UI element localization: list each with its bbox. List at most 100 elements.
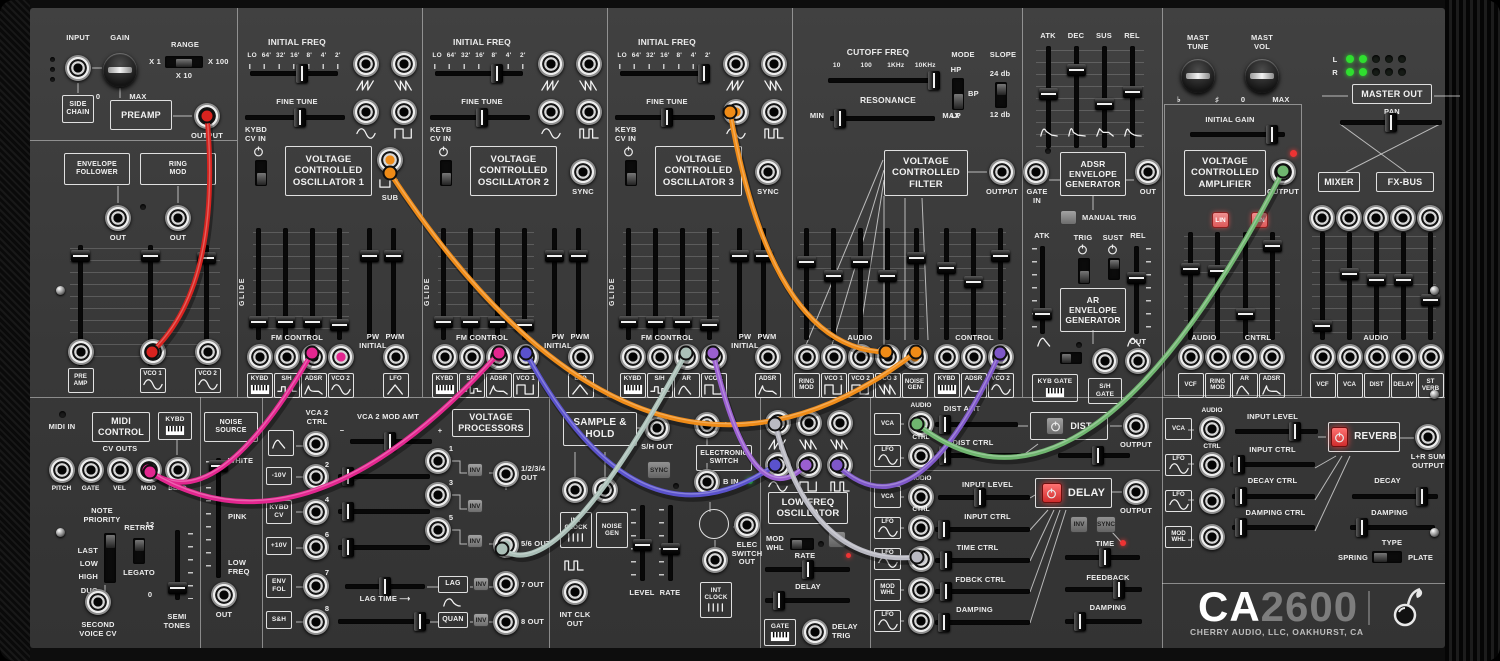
dist-ctrl-slider[interactable] [935,453,1022,458]
vcf-audio-jack[interactable] [848,344,874,370]
delay-power-button[interactable] [1042,483,1062,503]
vp-slider-2[interactable] [338,474,430,479]
vcf-audio-jack[interactable] [794,344,820,370]
lr-sum-output-jack[interactable] [1415,424,1441,450]
reverb-route-jack[interactable] [1199,524,1225,550]
inv-button[interactable]: INV [467,534,483,548]
vp-jack-6[interactable] [303,534,329,560]
fm-jack[interactable] [486,344,512,370]
initial-freq-slider[interactable] [250,71,338,76]
lfo-output-jack[interactable] [827,410,853,436]
vco1-in-jack[interactable] [140,339,166,365]
ring-mod-out-jack[interactable] [165,205,191,231]
delay-fdbck-ctrl-slider[interactable] [935,589,1030,594]
range-switch[interactable] [165,56,203,68]
reverb-route-jack[interactable] [1199,452,1225,478]
noise-type-slider[interactable] [216,458,221,578]
kybd-cv-switch[interactable] [255,160,267,186]
fm-slider[interactable] [653,228,658,340]
lfo-output-jack[interactable] [796,410,822,436]
fm-jack[interactable] [274,344,300,370]
pw-slider[interactable] [737,228,742,340]
fm-slider[interactable] [283,228,288,340]
reverb-damping-ctrl-slider[interactable] [1232,525,1315,530]
dist-amt-slider[interactable] [935,422,1018,427]
vp-out-7-jack[interactable] [493,571,519,597]
ar-attack-slider[interactable] [1040,246,1045,334]
inv-button[interactable]: INV [467,499,483,513]
vco-output-jack[interactable] [538,99,564,125]
mixer-slider[interactable] [1347,232,1352,340]
fm-jack[interactable] [301,344,327,370]
vca-audio-slider[interactable] [1215,232,1220,340]
adsr-out-jack[interactable] [1135,159,1161,185]
vcf-ctrl-slider[interactable] [971,228,976,340]
reverb-route-jack[interactable] [1199,488,1225,514]
noise-out-jack[interactable] [211,582,237,608]
delay-trig-jack[interactable] [802,619,828,645]
resonance-slider[interactable] [830,116,935,121]
vco-output-jack[interactable] [723,51,749,77]
mixer-audio-jack[interactable] [1337,344,1363,370]
vp-jack-5[interactable] [425,517,451,543]
mixer-audio-jack[interactable] [1418,344,1444,370]
lfo-output-jack[interactable] [765,410,791,436]
sh-sync-button[interactable]: SYNC [647,461,671,479]
fm-slider[interactable] [522,228,527,340]
mixer-audio-jack[interactable] [1310,344,1336,370]
inv-button[interactable]: INV [473,613,489,627]
vca-audio-slider[interactable] [1188,232,1193,340]
vco-output-jack[interactable] [576,99,602,125]
vp-jack-4[interactable] [303,499,329,525]
semitones-slider[interactable] [175,530,180,600]
int-clk-out-jack[interactable] [562,579,588,605]
mixer-input-jack[interactable] [1309,205,1335,231]
delay-time-slider[interactable] [1065,555,1140,560]
vcf-audio-slider[interactable] [858,228,863,340]
delay-damping-ctrl-slider[interactable] [935,620,1030,625]
keyb-cv-switch[interactable] [440,160,452,186]
cv-out-jack[interactable] [78,457,104,483]
fm-jack[interactable] [328,344,354,370]
vcf-ctrl-slider[interactable] [944,228,949,340]
vca-ctrl-jack[interactable] [1232,344,1258,370]
lfo-rate-slider[interactable] [765,567,850,572]
lin-button[interactable]: LIN [1251,212,1268,228]
initial-freq-slider[interactable] [435,71,523,76]
vcf-audio-slider[interactable] [885,228,890,340]
side-chain-box[interactable]: SIDE CHAIN [62,95,94,123]
lfo-output-jack[interactable] [765,452,791,478]
mixer-slider[interactable] [1320,232,1325,340]
retrig-legato-switch[interactable] [133,538,145,564]
lfo-delay-slider[interactable] [765,598,850,603]
delay-output-jack[interactable] [1123,479,1149,505]
mixer-slider[interactable] [1401,232,1406,340]
fine-tune-slider[interactable] [430,115,530,120]
fm-jack[interactable] [513,344,539,370]
reverb-input-ctrl-slider[interactable] [1230,462,1315,467]
keyb-cv-switch[interactable] [625,160,637,186]
preamp-output-jack[interactable] [194,103,220,129]
reverb-route-jack[interactable] [1199,416,1225,442]
b-in-jack[interactable] [694,469,720,495]
vco2-in-jack[interactable] [195,339,221,365]
vca-ctrl-jack[interactable] [1259,344,1285,370]
fm-jack[interactable] [620,344,646,370]
vcf-control-jack[interactable] [934,344,960,370]
mixer-input-jack[interactable] [1336,205,1362,231]
trig-switch[interactable] [1078,258,1090,284]
vco-output-jack[interactable] [391,51,417,77]
vcf-ctrl-slider[interactable] [998,228,1003,340]
vp-jack-1[interactable] [425,448,451,474]
fx-route-jack[interactable] [908,608,934,634]
preamp-in-jack[interactable] [68,339,94,365]
delay-feedback-slider[interactable] [1065,587,1142,592]
fm-jack[interactable] [701,344,727,370]
glide-fm-slider[interactable] [441,228,446,340]
vp-slider-4[interactable] [338,509,430,514]
vcf-audio-jack[interactable] [875,344,901,370]
lfo-sync-button[interactable] [828,531,846,548]
sh-level-slider[interactable] [640,505,645,581]
reverb-decay-ctrl-slider[interactable] [1232,494,1315,499]
glide-fm-slider[interactable] [256,228,261,340]
